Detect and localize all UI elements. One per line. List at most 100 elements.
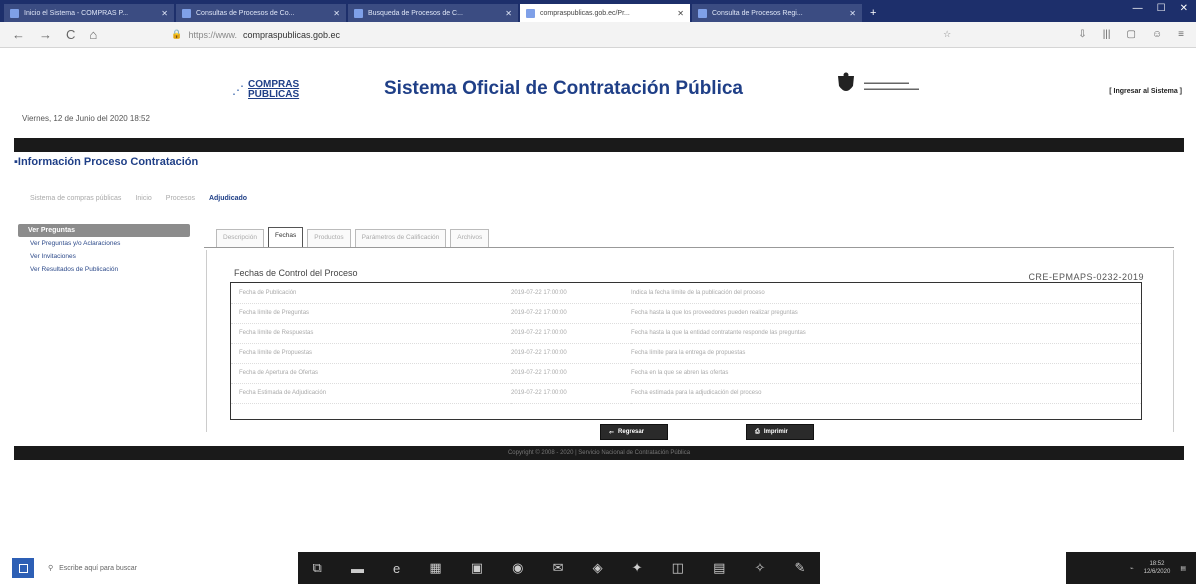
dates-table: Fecha de Publicación 2019-07-22 17:00:00… xyxy=(230,282,1142,420)
print-button[interactable]: ⎙ Imprimir xyxy=(746,424,814,440)
close-tab-icon[interactable]: ✕ xyxy=(161,9,168,18)
left-menu-item-preguntas[interactable]: Ver Preguntas y/o Aclaraciones xyxy=(18,237,190,250)
download-icon[interactable]: ⇩ xyxy=(1078,29,1086,40)
close-tab-icon[interactable]: ✕ xyxy=(505,9,512,18)
search-icon: ⚲ xyxy=(48,565,54,572)
close-tab-icon[interactable]: ✕ xyxy=(333,9,340,18)
close-tab-icon[interactable]: ✕ xyxy=(677,9,684,18)
forward-button[interactable]: → xyxy=(39,27,52,42)
date-description: Fecha hasta la que los proveedores puede… xyxy=(631,303,1141,324)
table-row: Fecha límite de Propuestas 2019-07-22 17… xyxy=(231,343,1141,364)
bookmark-star-icon[interactable]: ☆ xyxy=(943,29,951,40)
url-prefix: https://www. xyxy=(188,29,237,40)
breadcrumb-item[interactable]: Inicio xyxy=(135,195,151,202)
date-value: 2019-07-22 17:00:00 xyxy=(511,323,631,344)
network-icon[interactable]: ⌁ xyxy=(1130,565,1134,572)
account-icon[interactable]: ☺ xyxy=(1152,29,1162,40)
logo-mark-icon: ⋰ xyxy=(232,83,244,97)
date-label: Fecha límite de Preguntas xyxy=(231,303,511,324)
back-button[interactable]: ⇐ Regresar xyxy=(600,424,668,440)
breadcrumb-item[interactable]: Sistema de compras públicas xyxy=(30,195,121,202)
menu-icon[interactable]: ≡ xyxy=(1178,29,1184,40)
browser-extensions: ⇩ ||| ▢ ☺ ≡ xyxy=(1078,29,1184,40)
table-row: Fecha límite de Respuestas 2019-07-22 17… xyxy=(231,323,1141,344)
date-description: Fecha hasta la que la entidad contratant… xyxy=(631,323,1141,344)
home-button[interactable]: ⌂ xyxy=(89,27,97,42)
footer-bar: Copyright © 2008 - 2020 | Servicio Nacio… xyxy=(14,446,1184,460)
left-menu-header[interactable]: Ver Preguntas xyxy=(18,224,190,237)
login-link[interactable]: [ Ingresar al Sistema ] xyxy=(1109,88,1182,95)
taskbar-apps: ⧉ ▬ e ▦ ▣ ◉ ✉ ◈ ✦ ◫ ▤ ✧ ✎ xyxy=(298,552,820,584)
printer-icon: ⎙ xyxy=(755,428,760,435)
app-icon[interactable]: ◫ xyxy=(672,560,684,576)
task-view-icon[interactable]: ⧉ xyxy=(313,560,322,576)
app-icon[interactable]: ◉ xyxy=(512,560,523,576)
clock[interactable]: 18:52 12/6/2020 xyxy=(1144,560,1171,576)
browser-tab[interactable]: Inicio el Sistema - COMPRAS P... ✕ xyxy=(4,4,174,22)
compras-publicas-logo[interactable]: ⋰ COMPRAS PÚBLICAS xyxy=(232,80,299,100)
taskbar-search[interactable]: ⚲ Escribe aquí para buscar xyxy=(48,557,238,579)
table-row: Fecha de Apertura de Ofertas 2019-07-22 … xyxy=(231,363,1141,384)
sidebar-icon[interactable]: ▢ xyxy=(1126,29,1135,40)
page-title: ▪Información Proceso Contratación xyxy=(14,156,199,168)
browser-tab-active[interactable]: compraspublicas.gob.ec/Pr... ✕ xyxy=(520,4,690,22)
date-description: Fecha estimada para la adjudicación del … xyxy=(631,383,1141,404)
address-bar[interactable]: 🔒 https://www. compraspublicas.gob.ec ☆ xyxy=(171,29,951,40)
start-button[interactable] xyxy=(12,558,34,578)
site-title: Sistema Oficial de Contratación Pública xyxy=(384,78,743,99)
breadcrumb-item[interactable]: Procesos xyxy=(166,195,195,202)
date-label: Fecha Estimada de Adjudicación xyxy=(231,383,511,404)
left-menu-item-resultados[interactable]: Ver Resultados de Publicación xyxy=(18,263,190,276)
breadcrumb: Sistema de compras públicas Inicio Proce… xyxy=(30,195,247,202)
maximize-icon[interactable]: ☐ xyxy=(1157,3,1166,14)
calculator-icon[interactable]: ▤ xyxy=(713,560,725,576)
tab-descripcion[interactable]: Descripción xyxy=(216,229,264,247)
tab-fechas[interactable]: Fechas xyxy=(267,227,304,247)
date-label: Fecha de Apertura de Ofertas xyxy=(231,363,511,384)
app-icon[interactable]: ✎ xyxy=(794,560,805,576)
tab-parametros[interactable]: Parámetros de Calificación xyxy=(354,229,447,247)
browser-toolbar: ← → C ⌂ 🔒 https://www. compraspublicas.go… xyxy=(0,22,1196,48)
library-icon[interactable]: ||| xyxy=(1103,29,1111,40)
reload-button[interactable]: C xyxy=(66,27,75,42)
coat-of-arms-icon xyxy=(838,72,854,91)
date-label: Fecha de Publicación xyxy=(231,283,511,304)
browser-tab[interactable]: Consulta de Procesos Regi... ✕ xyxy=(692,4,862,22)
process-code: CRE-EPMAPS-0232-2019 xyxy=(1028,272,1144,282)
date-value: 2019-07-22 17:00:00 xyxy=(511,343,631,364)
process-tabs: Descripción Fechas Productos Parámetros … xyxy=(204,226,1174,248)
close-tab-icon[interactable]: ✕ xyxy=(849,9,856,18)
app-icon[interactable]: ✧ xyxy=(754,560,765,576)
minimize-icon[interactable]: — xyxy=(1133,3,1143,14)
explorer-icon[interactable]: ▬ xyxy=(351,561,364,576)
app-icon[interactable]: ◈ xyxy=(593,560,603,576)
main-navigation-bar xyxy=(14,138,1184,152)
tab-productos[interactable]: Productos xyxy=(307,229,351,247)
government-text: ▬▬▬▬▬▬▬▬▬ ▬▬▬▬▬▬▬▬▬▬▬ xyxy=(864,80,919,92)
windows-taskbar: ⚲ Escribe aquí para buscar ⧉ ▬ e ▦ ▣ ◉ ✉… xyxy=(0,550,1196,586)
left-menu: Ver Preguntas Ver Preguntas y/o Aclaraci… xyxy=(18,224,190,276)
browser-tab-strip: Inicio el Sistema - COMPRAS P... ✕ Consul… xyxy=(0,0,1196,22)
site-header: ⋰ COMPRAS PÚBLICAS Sistema Oficial de Co… xyxy=(0,56,1196,134)
calendar-icon[interactable]: ▦ xyxy=(429,560,441,576)
browser-tab[interactable]: Consultas de Procesos de Co... ✕ xyxy=(176,4,346,22)
close-window-icon[interactable]: ✕ xyxy=(1180,3,1188,14)
back-button[interactable]: ← xyxy=(12,27,25,42)
search-placeholder: Escribe aquí para buscar xyxy=(59,564,137,572)
favicon-icon xyxy=(698,8,707,18)
favicon-icon xyxy=(526,8,535,18)
notifications-icon[interactable]: ▤ xyxy=(1180,565,1186,572)
favicon-icon xyxy=(354,8,363,18)
new-tab-button[interactable]: + xyxy=(864,4,882,22)
system-tray: ⌁ 18:52 12/6/2020 ▤ xyxy=(1066,552,1196,584)
tab-archivos[interactable]: Archivos xyxy=(450,229,490,247)
date-description: Fecha límite para la entrega de propuest… xyxy=(631,343,1141,364)
date-label: Fecha límite de Respuestas xyxy=(231,323,511,344)
date-value: 2019-07-22 17:00:00 xyxy=(511,283,631,304)
edge-icon[interactable]: e xyxy=(393,561,400,576)
app-icon[interactable]: ✉ xyxy=(553,560,564,576)
left-menu-item-invitaciones[interactable]: Ver Invitaciones xyxy=(18,250,190,263)
browser-tab[interactable]: Busqueda de Procesos de C... ✕ xyxy=(348,4,518,22)
app-icon[interactable]: ✦ xyxy=(632,560,643,576)
store-icon[interactable]: ▣ xyxy=(471,560,483,576)
